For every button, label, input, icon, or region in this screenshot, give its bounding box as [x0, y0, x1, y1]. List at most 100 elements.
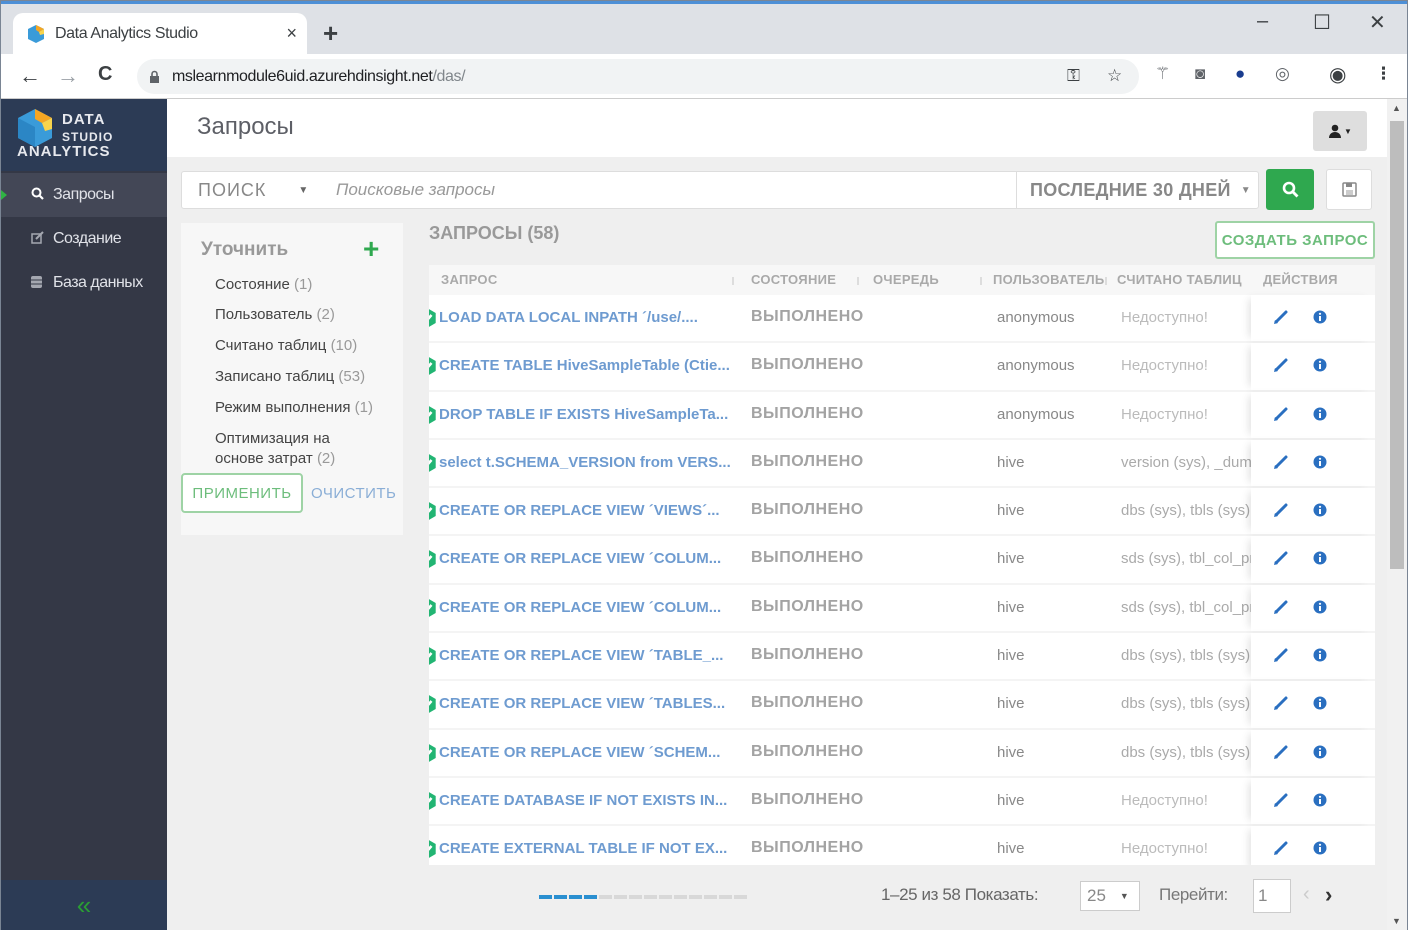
- info-icon[interactable]: [1313, 648, 1327, 662]
- browser-tab[interactable]: Data Analytics Studio ×: [13, 13, 307, 55]
- column-resize-handle[interactable]: [732, 277, 734, 285]
- new-tab-button[interactable]: +: [323, 18, 338, 49]
- info-icon[interactable]: [1313, 551, 1327, 565]
- reload-button[interactable]: C: [98, 63, 112, 86]
- search-button[interactable]: [1266, 169, 1314, 210]
- info-icon[interactable]: [1313, 696, 1327, 710]
- scroll-down-arrow-icon[interactable]: ▼: [1392, 916, 1401, 926]
- info-icon[interactable]: [1313, 358, 1327, 372]
- column-header-user[interactable]: ПОЛЬЗОВАТЕЛЬ: [993, 272, 1105, 287]
- pencil-icon[interactable]: [1273, 550, 1289, 566]
- pencil-icon[interactable]: [1273, 502, 1289, 518]
- column-header-queue[interactable]: ОЧЕРЕДЬ: [873, 272, 939, 287]
- prev-page-chevron-icon[interactable]: ‹: [1303, 883, 1310, 906]
- facet-item[interactable]: Считано таблиц (10): [215, 336, 357, 356]
- query-link[interactable]: CREATE TABLE HiveSampleTable (Ctie...: [439, 357, 730, 374]
- info-icon[interactable]: [1313, 455, 1327, 469]
- pencil-icon[interactable]: [1273, 695, 1289, 711]
- profile-icon[interactable]: ◉: [1329, 62, 1346, 87]
- info-icon[interactable]: [1313, 600, 1327, 614]
- table-row[interactable]: CREATE TABLE HiveSampleTable (Ctie... ВЫП…: [429, 343, 1375, 392]
- apply-button[interactable]: ПРИМЕНИТЬ: [181, 473, 303, 513]
- add-filter-plus-icon[interactable]: +: [363, 233, 379, 265]
- back-button[interactable]: ←: [19, 63, 41, 89]
- pencil-icon[interactable]: [1273, 647, 1289, 663]
- create-query-button[interactable]: СОЗДАТЬ ЗАПРОС: [1215, 221, 1375, 259]
- pencil-icon[interactable]: [1273, 599, 1289, 615]
- key-icon[interactable]: ⚿: [1067, 66, 1080, 86]
- pencil-icon[interactable]: [1273, 792, 1289, 808]
- query-link[interactable]: CREATE OR REPLACE VIEW ´VIEWS´...: [439, 502, 720, 519]
- column-resize-handle[interactable]: [980, 277, 982, 285]
- info-icon[interactable]: [1313, 793, 1327, 807]
- query-link[interactable]: CREATE EXTERNAL TABLE IF NOT EX...: [439, 840, 727, 857]
- page-size-select[interactable]: 25 ▼: [1080, 881, 1140, 911]
- address-bar[interactable]: mslearnmodule6uid.azurehdinsight.net/das…: [137, 59, 1139, 94]
- facet-item[interactable]: Записано таблиц (53): [215, 367, 365, 387]
- user-menu-button[interactable]: ▼: [1313, 111, 1367, 151]
- column-header-query[interactable]: ЗАПРОС: [441, 272, 498, 287]
- save-search-button[interactable]: [1326, 169, 1372, 210]
- table-row[interactable]: CREATE OR REPLACE VIEW ´VIEWS´... ВЫПОЛНЕ…: [429, 488, 1375, 537]
- date-range-dropdown[interactable]: ПОСЛЕДНИЕ 30 ДНЕЙ ▼: [1016, 171, 1258, 209]
- pencil-icon[interactable]: [1273, 309, 1289, 325]
- info-icon[interactable]: [1313, 310, 1327, 324]
- info-icon[interactable]: [1313, 407, 1327, 421]
- minimize-button[interactable]: –: [1257, 10, 1268, 33]
- tab-close-icon[interactable]: ×: [286, 23, 297, 44]
- record-extension-icon[interactable]: ●: [1235, 64, 1245, 84]
- table-row[interactable]: CREATE OR REPLACE VIEW ´COLUM... ВЫПОЛНЕН…: [429, 584, 1375, 634]
- query-link[interactable]: CREATE OR REPLACE VIEW ´COLUM...: [439, 599, 721, 616]
- facet-item[interactable]: Пользователь (2): [215, 305, 335, 325]
- column-resize-handle[interactable]: [857, 277, 859, 285]
- menu-kebab-icon[interactable]: ⋮: [1375, 64, 1392, 84]
- column-header-tables-read[interactable]: СЧИТАНО ТАБЛИЦ: [1117, 272, 1242, 287]
- pencil-icon[interactable]: [1273, 840, 1289, 856]
- query-link[interactable]: LOAD DATA LOCAL INPATH ´/use/....: [439, 309, 698, 326]
- forward-button[interactable]: →: [57, 63, 79, 89]
- query-link[interactable]: CREATE OR REPLACE VIEW ´SCHEM...: [439, 744, 720, 761]
- pencil-icon[interactable]: [1273, 406, 1289, 422]
- query-link[interactable]: CREATE DATABASE IF NOT EXISTS IN...: [439, 792, 727, 809]
- info-icon[interactable]: [1313, 745, 1327, 759]
- next-page-chevron-icon[interactable]: ›: [1325, 882, 1332, 908]
- scrollbar-thumb[interactable]: [1390, 121, 1404, 569]
- table-row[interactable]: select t.SCHEMA_VERSION from VERS... ВЫПО…: [429, 439, 1375, 489]
- search-input[interactable]: [322, 172, 1016, 208]
- scroll-up-arrow-icon[interactable]: ▲: [1392, 103, 1401, 113]
- extension-icon[interactable]: ⚚: [1155, 64, 1170, 84]
- query-link[interactable]: CREATE OR REPLACE VIEW ´COLUM...: [439, 550, 721, 567]
- facet-item[interactable]: Состояние (1): [215, 275, 312, 295]
- bookmark-star-icon[interactable]: ☆: [1107, 66, 1122, 86]
- query-link[interactable]: select t.SCHEMA_VERSION from VERS...: [439, 454, 731, 471]
- query-link[interactable]: CREATE OR REPLACE VIEW ´TABLES...: [439, 695, 725, 712]
- clear-button[interactable]: ОЧИСТИТЬ: [311, 485, 396, 502]
- extension-circle-icon[interactable]: ◎: [1275, 64, 1290, 84]
- table-row[interactable]: CREATE OR REPLACE VIEW ´SCHEM... ВЫПОЛНЕН…: [429, 729, 1375, 778]
- sidebar-item-database[interactable]: База данных: [1, 261, 167, 305]
- info-icon[interactable]: [1313, 841, 1327, 855]
- goto-page-input[interactable]: [1253, 879, 1291, 913]
- search-type-dropdown[interactable]: ПОИСК ▼: [182, 180, 322, 201]
- table-row[interactable]: CREATE EXTERNAL TABLE IF NOT EX... ВЫПОЛН…: [429, 826, 1375, 865]
- info-icon[interactable]: [1313, 503, 1327, 517]
- collapse-sidebar-button[interactable]: «: [1, 880, 167, 930]
- sidebar-item-queries[interactable]: Запросы: [1, 173, 167, 217]
- camera-icon[interactable]: ◙: [1195, 64, 1205, 84]
- table-row[interactable]: CREATE OR REPLACE VIEW ´TABLE_... ВЫПОЛНЕ…: [429, 633, 1375, 682]
- pencil-icon[interactable]: [1273, 744, 1289, 760]
- pencil-icon[interactable]: [1273, 454, 1289, 470]
- table-row[interactable]: DROP TABLE IF EXISTS HiveSampleTa... ВЫПО…: [429, 391, 1375, 440]
- column-resize-handle[interactable]: [1105, 277, 1107, 285]
- facet-item[interactable]: Режим выполнения (1): [215, 398, 373, 418]
- table-row[interactable]: CREATE OR REPLACE VIEW ´COLUM... ВЫПОЛНЕН…: [429, 536, 1375, 585]
- query-link[interactable]: DROP TABLE IF EXISTS HiveSampleTa...: [439, 406, 728, 423]
- pencil-icon[interactable]: [1273, 357, 1289, 373]
- close-window-button[interactable]: ✕: [1369, 10, 1386, 35]
- table-row[interactable]: LOAD DATA LOCAL INPATH ´/use/.... ВЫПОЛНЕ…: [429, 295, 1375, 344]
- maximize-button[interactable]: ☐: [1313, 10, 1331, 35]
- sidebar-item-compose[interactable]: Создание: [1, 217, 167, 261]
- facet-item[interactable]: Оптимизация на основе затрат (2): [215, 429, 365, 469]
- column-header-status[interactable]: СОСТОЯНИЕ: [751, 272, 836, 287]
- table-row[interactable]: CREATE DATABASE IF NOT EXISTS IN... ВЫПОЛ…: [429, 777, 1375, 827]
